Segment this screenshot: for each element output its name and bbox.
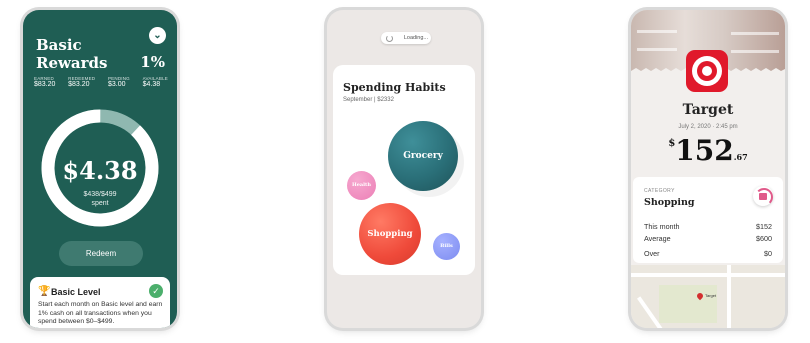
rewards-screen: Basic Rewards ⌄ 1% EARNED $83.20 REDEEME… [23,10,177,328]
chevron-down-icon[interactable]: ⌄ [149,27,166,44]
loading-pill: Loading... [381,32,431,44]
stat-earned: EARNED $83.20 [34,76,55,88]
row-label: Over [644,249,660,258]
stat-value: $83.20 [34,81,56,88]
rewards-percent: 1% [140,53,165,71]
loading-label: Loading... [403,35,428,41]
shopping-bag-icon [753,186,773,206]
rewards-title-line1: Basic [36,36,82,54]
stat-label: REDEEMED [68,76,96,81]
bubble-bills[interactable]: Bills [433,233,460,260]
rewards-title-line2: Rewards [36,54,108,72]
stat-value: $83.20 [68,81,90,88]
target-logo-icon [686,50,728,92]
row-value: $600 [756,234,772,243]
available-amount: $4.38 [62,156,138,185]
row-this-month: This month $152 [644,222,772,231]
row-value: $152 [756,222,772,231]
row-value: $0 [764,249,772,258]
stat-label: PENDING [107,76,130,81]
row-label: This month [644,222,680,231]
spent-summary: $438/$499 spent [23,190,177,208]
level-title: Basic Level [51,287,101,297]
map-road [631,273,785,277]
stat-pending: PENDING $3.00 [108,76,130,88]
spent-value: $438/$499 [83,191,117,198]
map-pin-label: Target [705,293,717,298]
spending-card: Spending Habits September | $2332 Grocer… [333,65,475,275]
redeem-button[interactable]: Redeem [59,241,143,266]
spent-label: spent [91,200,109,207]
transaction-amount: $152.67 [631,134,785,167]
amount-whole: 152 [675,134,734,167]
transaction-screen: Target July 2, 2020 · 2:45 pm $152.67 CA… [631,10,785,328]
bubble-health[interactable]: Health [347,171,376,200]
stat-label: AVAILABLE [142,76,168,81]
category-label: CATEGORY [644,188,675,194]
rewards-stats: EARNED $83.20 REDEEMED $83.20 PENDING $3… [34,76,168,88]
amount-cents: .67 [733,152,748,162]
location-map[interactable]: Target [631,265,785,328]
trophy-icon: 🏆 [38,286,51,297]
stat-value: $3.00 [107,81,126,88]
row-average: Average $600 [644,234,772,243]
stat-label: EARNED [34,76,54,81]
spending-habits-screen: Loading... Spending Habits September | $… [327,10,481,328]
merchant-name: Target [682,102,734,118]
stat-value: $4.38 [142,81,161,88]
category-name: Shopping [644,197,695,208]
row-label: Average [644,234,671,243]
check-icon: ✓ [149,284,163,298]
rewards-title: Basic Rewards [36,36,107,72]
row-over: Over $0 [644,249,772,258]
category-card[interactable]: CATEGORY Shopping This month $152 Averag… [633,177,783,263]
bubble-grocery[interactable]: Grocery [388,121,458,191]
level-description: Start each month on Basic level and earn… [38,301,163,325]
spending-subtitle: September | $2332 [343,97,394,103]
bubble-shopping[interactable]: Shopping [359,203,421,265]
map-road [727,265,731,328]
map-parking-area [659,285,717,323]
transaction-date: July 2, 2020 · 2:45 pm [678,124,738,130]
spinner-icon [386,35,393,42]
stat-available: AVAILABLE $4.38 [143,76,168,88]
stat-redeemed: REDEEMED $83.20 [68,76,95,88]
amount-symbol: $ [668,138,676,149]
spending-title: Spending Habits [343,81,446,94]
level-card[interactable]: 🏆 Basic Level ✓ Start each month on Basi… [30,277,170,328]
